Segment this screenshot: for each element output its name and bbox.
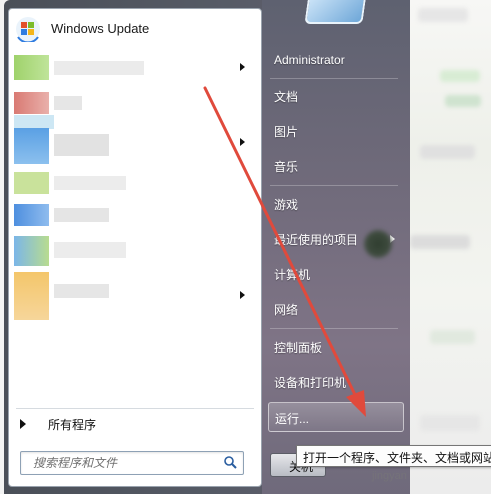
menu-item-documents[interactable]: 文档 [274, 88, 298, 105]
menu-item-games[interactable]: 游戏 [274, 196, 298, 213]
expand-arrow-icon [20, 419, 26, 429]
search-icon[interactable] [223, 455, 237, 469]
submenu-arrow-icon [240, 291, 245, 299]
list-item[interactable] [14, 128, 114, 164]
list-item[interactable] [14, 272, 114, 320]
menu-item-recent-items[interactable]: 最近使用的项目 [274, 231, 358, 248]
tooltip-text: 打开一个程序、文件夹、文档或网站 [303, 451, 491, 465]
run-label: 运行... [275, 412, 310, 426]
submenu-arrow-icon [240, 138, 245, 146]
all-programs-label: 所有程序 [48, 417, 97, 432]
search-input[interactable] [31, 452, 225, 474]
menu-item-run[interactable]: 运行... [268, 402, 404, 432]
cursor-blur [364, 230, 392, 258]
watermark: jingyan [372, 470, 407, 482]
divider [270, 185, 398, 186]
desktop-background [410, 0, 491, 494]
menu-item-control-panel[interactable]: 控制面板 [274, 339, 322, 356]
list-item[interactable] [14, 204, 114, 226]
menu-item-computer[interactable]: 计算机 [274, 266, 310, 283]
list-item[interactable] [14, 92, 84, 114]
menu-item-devices-printers[interactable]: 设备和打印机 [274, 374, 346, 391]
search-box[interactable] [20, 451, 244, 475]
list-item[interactable] [14, 236, 129, 266]
menu-item-administrator[interactable]: Administrator [274, 53, 345, 67]
program-label: Windows Update [51, 21, 150, 36]
divider [270, 328, 398, 329]
list-item[interactable] [14, 115, 54, 129]
program-windows-update[interactable]: Windows Update [9, 12, 259, 45]
submenu-arrow-icon [240, 63, 245, 71]
user-picture-frame[interactable] [304, 0, 366, 24]
divider [270, 78, 398, 79]
list-item[interactable] [14, 172, 129, 194]
menu-item-music[interactable]: 音乐 [274, 158, 298, 175]
list-item[interactable] [14, 55, 144, 80]
run-tooltip: 打开一个程序、文件夹、文档或网站 [296, 445, 491, 467]
all-programs-button[interactable]: 所有程序 [18, 414, 254, 434]
menu-item-network[interactable]: 网络 [274, 301, 298, 318]
divider [16, 408, 254, 409]
menu-item-pictures[interactable]: 图片 [274, 123, 298, 140]
windows-update-icon [15, 16, 41, 43]
